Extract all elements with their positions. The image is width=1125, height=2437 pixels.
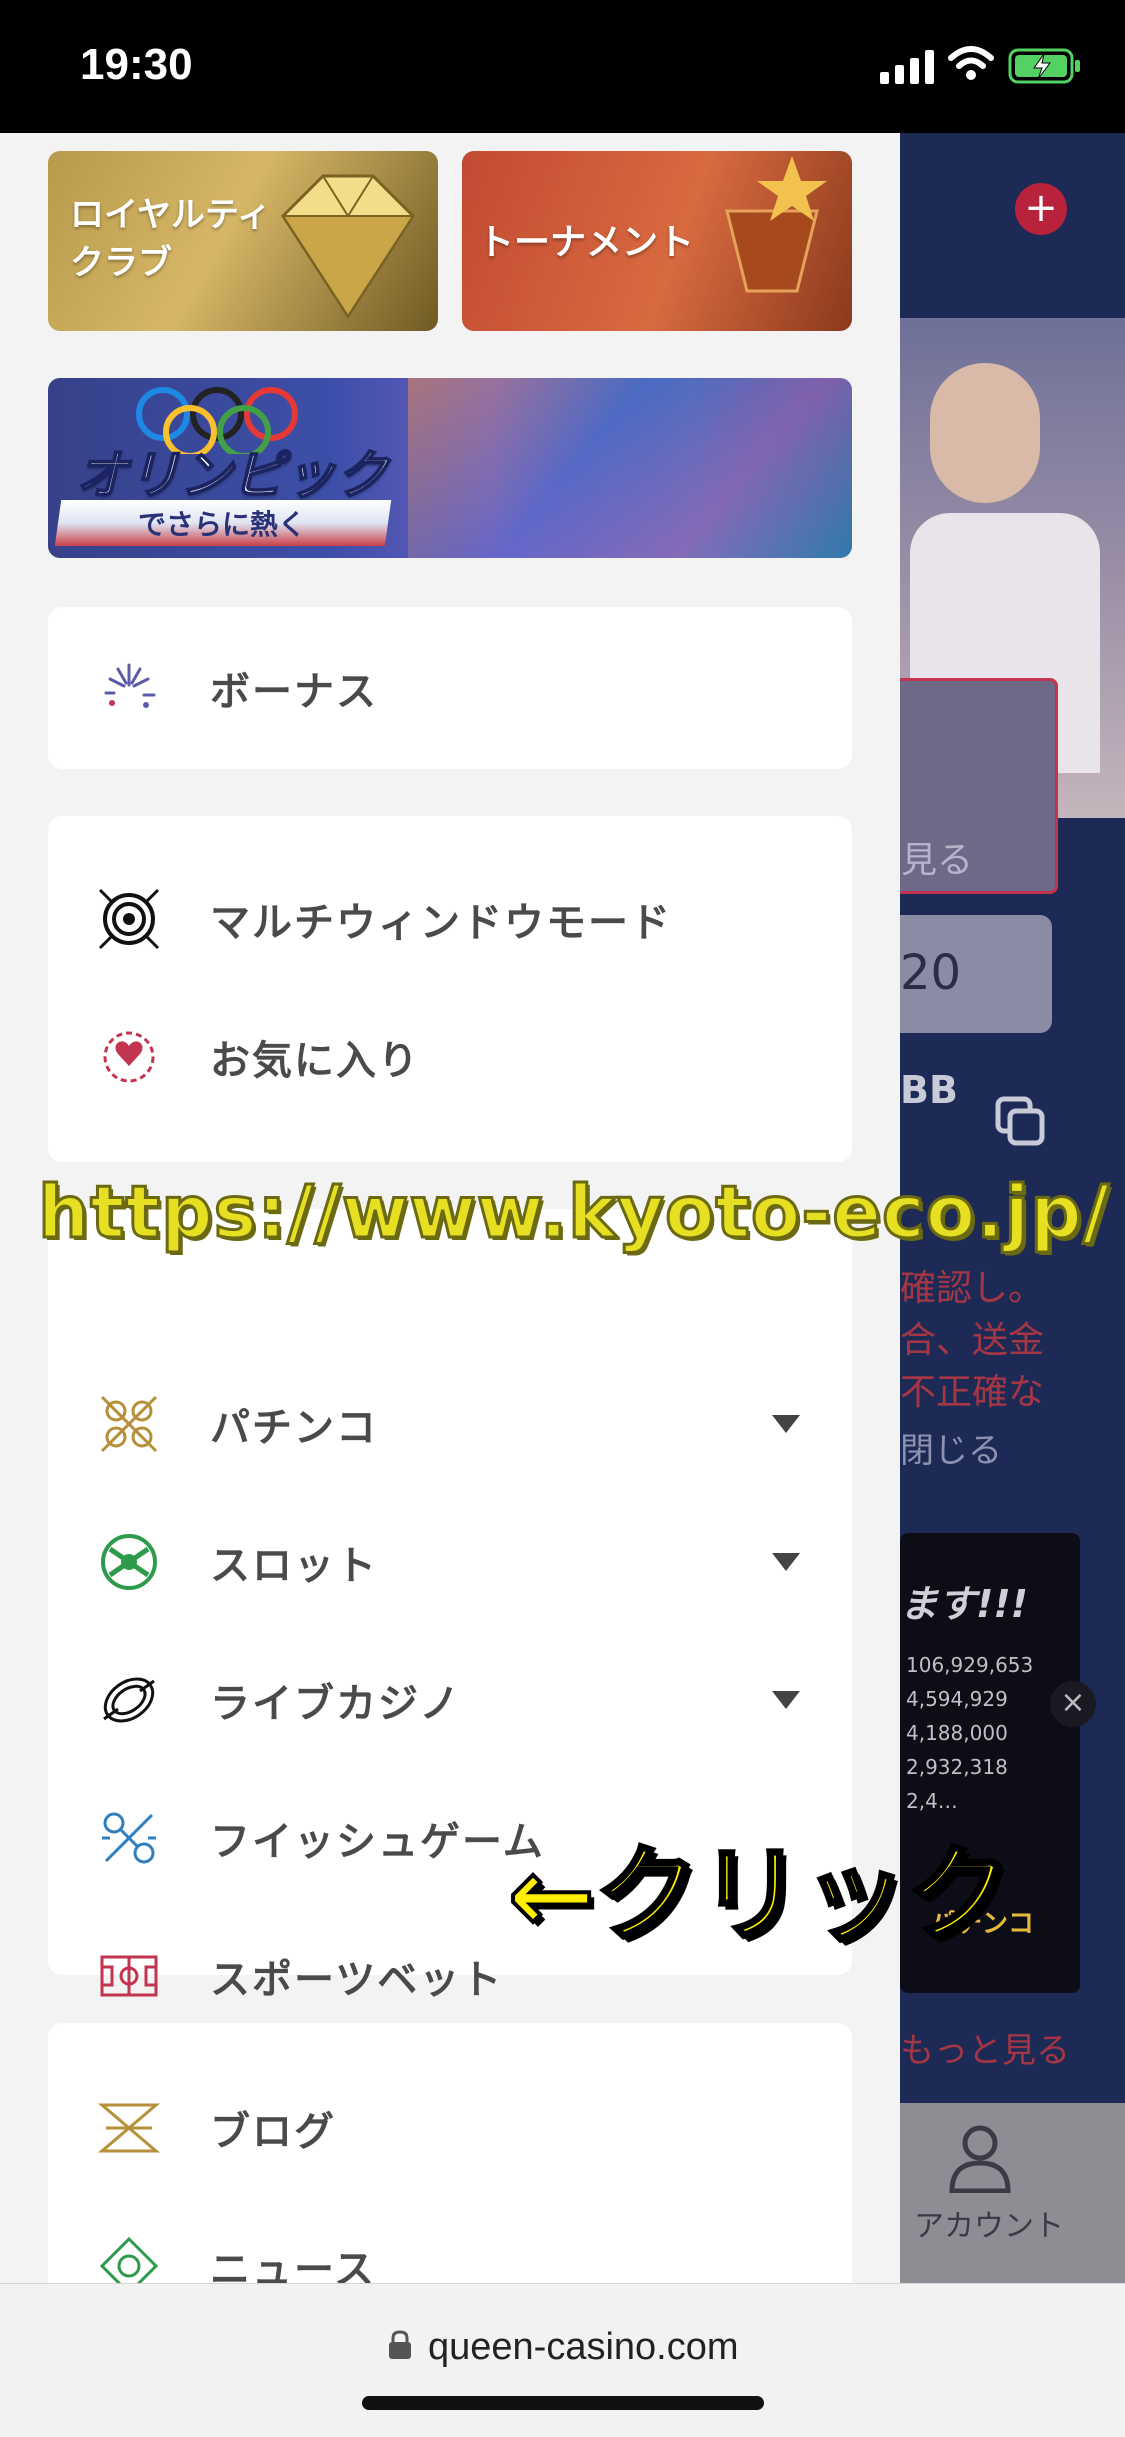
- jackpot-list: 106,929,653 4,594,929 4,188,000 2,932,31…: [906, 1653, 1034, 1813]
- chevron-down-icon[interactable]: [772, 1553, 800, 1571]
- chevron-down-icon[interactable]: [772, 1691, 800, 1709]
- favorites-ornament-icon: [103, 1031, 155, 1083]
- copy-icon[interactable]: [992, 1093, 1052, 1153]
- menu-label-favorites: お気に入り: [210, 1038, 420, 1084]
- tournament-banner[interactable]: トーナメント: [462, 151, 852, 331]
- olympic-subtitle: でさらに熱く: [138, 508, 307, 541]
- tournament-label: トーナメント: [478, 222, 695, 263]
- diamond-icon: [281, 174, 415, 319]
- cellular-signal-icon: [880, 50, 934, 84]
- menu-label-news: ニュース: [210, 2247, 376, 2283]
- click-annotation-arrow: ←クリック: [506, 1832, 1013, 1958]
- menu-item-multi-window[interactable]: マルチウィンドウモード: [48, 854, 852, 984]
- menu-item-news[interactable]: ニュース: [48, 2201, 852, 2283]
- menu-item-favorites[interactable]: お気に入り: [48, 992, 852, 1122]
- account-icon[interactable]: [948, 2123, 1012, 2193]
- menu-label-sports-bet: スポーツベット: [210, 1957, 504, 2003]
- lock-icon: [389, 2330, 411, 2359]
- amount-select[interactable]: 20: [900, 915, 1052, 1033]
- slots-icon: [101, 1534, 157, 1590]
- bb-label: BB: [900, 1068, 958, 1112]
- blog-icon: [97, 2103, 161, 2153]
- status-bar: 19:30: [0, 0, 1125, 133]
- bottom-tab-bar: アカウント: [900, 2103, 1125, 2283]
- see-more-link[interactable]: 見る: [901, 831, 973, 883]
- sports-field-icon: [100, 1955, 158, 1997]
- menu-item-live-casino[interactable]: ライブカジノ: [48, 1635, 852, 1765]
- olympic-title: オリンピック: [75, 445, 389, 507]
- fireworks-icon: [104, 663, 156, 708]
- add-button[interactable]: +: [1015, 183, 1067, 235]
- menu-label-multi-window: マルチウィンドウモード: [210, 900, 672, 946]
- menu-item-blog[interactable]: ブログ: [48, 2063, 852, 2193]
- menu-item-bonus[interactable]: ボーナス: [48, 623, 852, 753]
- chevron-down-icon[interactable]: [772, 1415, 800, 1433]
- loyalty-club-line2: クラブ: [70, 243, 172, 283]
- olympic-banner[interactable]: オリンピック でさらに熱く: [48, 378, 852, 558]
- battery-charging-icon: [1008, 48, 1080, 84]
- menu-label-fish-game: フイッシュゲーム: [210, 1819, 545, 1865]
- menu-label-live-casino: ライブカジノ: [210, 1681, 462, 1727]
- account-tab-label[interactable]: アカウント: [914, 2201, 1064, 2245]
- news-icon: [99, 2236, 159, 2283]
- browser-url-bar[interactable]: queen-casino.com: [0, 2283, 1125, 2437]
- bonus-card: ボーナス: [48, 607, 852, 769]
- menu-item-pachinko[interactable]: パチンコ: [48, 1359, 852, 1489]
- live-casino-icon: [103, 1677, 155, 1723]
- fish-game-icon: [102, 1812, 156, 1864]
- url-text[interactable]: queen-casino.com: [428, 2326, 739, 2369]
- loyalty-club-line1: ロイヤルティ: [70, 195, 271, 235]
- home-indicator[interactable]: [362, 2396, 764, 2410]
- menu-label-blog: ブログ: [210, 2109, 336, 2155]
- tools-card: マルチウィンドウモード お気に入り: [48, 816, 852, 1162]
- menu-label-slots: スロット: [210, 1543, 378, 1589]
- dismiss-banner-button[interactable]: ×: [1050, 1681, 1096, 1727]
- pachinko-icon: [100, 1395, 158, 1453]
- banner-headline: ます!!!: [900, 1582, 1028, 1626]
- notice-box: 見る: [900, 678, 1058, 894]
- notice-text: 確認し。 合、送金 不正確な: [900, 1268, 1045, 1413]
- amount-value: 20: [900, 945, 962, 1001]
- close-link[interactable]: 閉じる: [900, 1423, 1002, 1472]
- menu-label-bonus: ボーナス: [210, 669, 378, 715]
- menu-label-pachinko: パチンコ: [210, 1405, 378, 1451]
- wifi-icon: [948, 46, 994, 80]
- target-icon: [98, 888, 160, 950]
- see-more-bottom-link[interactable]: もっと見る: [900, 2023, 1070, 2072]
- status-time: 19:30: [80, 40, 193, 89]
- loyalty-club-banner[interactable]: ロイヤルティ クラブ: [48, 151, 438, 331]
- trophy-star-icon: [725, 156, 827, 293]
- athletes-illustration: [408, 378, 852, 558]
- model-face: [930, 363, 1040, 503]
- info-card: ブログ ニュース: [48, 2023, 852, 2283]
- menu-item-slots[interactable]: スロット: [48, 1497, 852, 1627]
- watermark-url: https://www.kyoto-eco.jp/: [36, 1169, 1111, 1256]
